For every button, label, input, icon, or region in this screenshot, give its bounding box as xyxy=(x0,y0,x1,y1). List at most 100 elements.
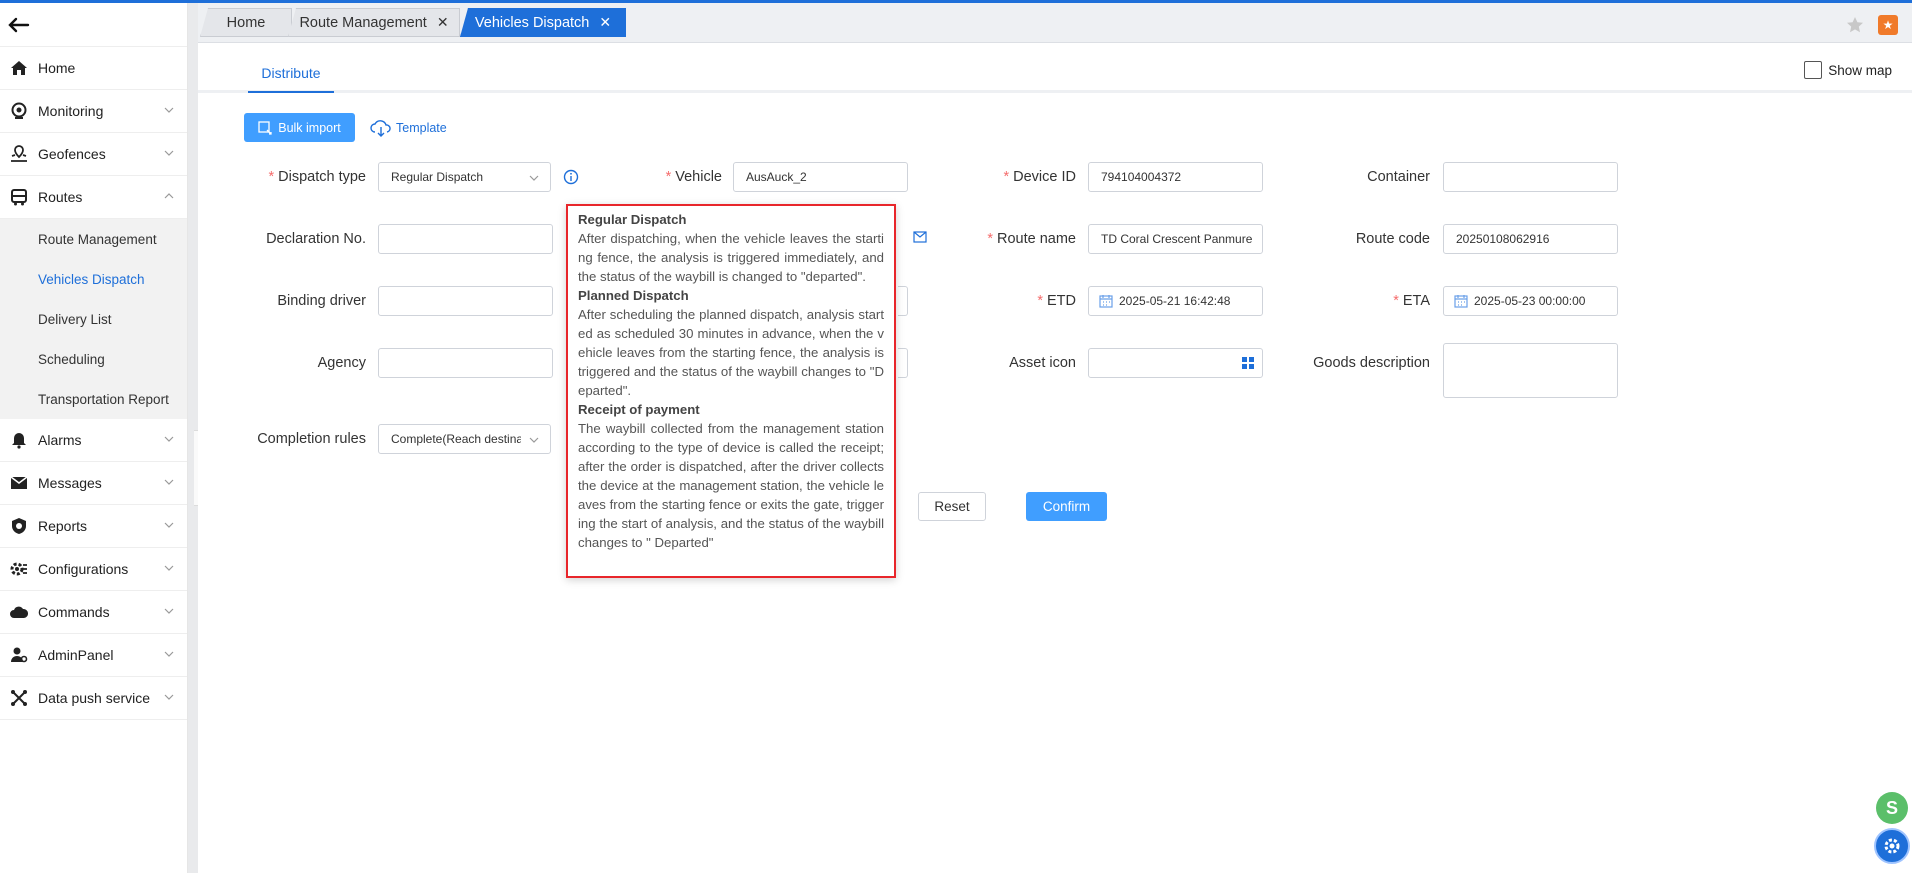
home-icon xyxy=(8,57,30,79)
sidebar-item-data-push-service[interactable]: Data push service xyxy=(0,677,187,720)
chevron-down-icon xyxy=(164,479,174,485)
sidebar: Home Monitoring Geofences Routes Route M… xyxy=(0,3,188,873)
chevron-down-icon xyxy=(164,522,174,528)
sidebar-item-transportation-report[interactable]: Transportation Report xyxy=(0,379,187,419)
input-value: 2025-05-21 16:42:48 xyxy=(1119,294,1231,308)
tabs-bar: Home Route Management ✕ Vehicles Dispatc… xyxy=(198,3,1912,43)
label-text: Dispatch type xyxy=(278,169,366,185)
dispatch-type-label: * Dispatch type xyxy=(268,169,366,185)
container-input[interactable] xyxy=(1443,162,1618,192)
sidebar-item-alarms[interactable]: Alarms xyxy=(0,419,187,462)
declaration-no-input[interactable] xyxy=(378,224,553,254)
calendar-icon xyxy=(1099,295,1113,308)
hidden-field-edge[interactable] xyxy=(898,286,908,316)
sidebar-item-label: Commands xyxy=(38,604,110,620)
close-icon[interactable]: ✕ xyxy=(599,14,611,31)
route-code-label: Route code xyxy=(1355,231,1430,247)
eta-datepicker[interactable]: 2025-05-23 00:00:00 xyxy=(1443,286,1618,316)
container-label: Container xyxy=(1367,169,1430,185)
goods-description-label: Goods description xyxy=(1313,355,1430,371)
sidebar-item-reports[interactable]: Reports xyxy=(0,505,187,548)
template-download-link[interactable]: Template xyxy=(370,115,447,140)
etd-label: * ETD xyxy=(1037,293,1076,309)
routes-icon xyxy=(8,186,30,208)
calendar-icon xyxy=(1454,295,1468,308)
sidebar-item-vehicles-dispatch[interactable]: Vehicles Dispatch xyxy=(0,259,187,299)
show-map-label: Show map xyxy=(1828,62,1892,78)
close-icon[interactable]: ✕ xyxy=(437,14,449,31)
dispatch-type-select[interactable]: Regular Dispatch xyxy=(378,162,551,192)
alarm-icon xyxy=(8,429,30,451)
input-value: 20250108062916 xyxy=(1456,232,1550,246)
asset-icon-select[interactable] xyxy=(1088,348,1263,378)
star-icon[interactable] xyxy=(1846,16,1864,34)
sidebar-item-configurations[interactable]: Configurations xyxy=(0,548,187,591)
admin-icon xyxy=(8,644,30,666)
tab-route-management[interactable]: Route Management ✕ xyxy=(288,8,460,37)
route-name-input[interactable]: TD Coral Crescent Panmure xyxy=(1088,224,1263,254)
import-icon xyxy=(258,120,272,135)
subtab-bar: Distribute Show map xyxy=(198,45,1912,93)
back-arrow-icon xyxy=(8,17,30,32)
geofence-icon xyxy=(8,143,30,165)
chevron-down-icon xyxy=(164,436,174,442)
label-text: ETD xyxy=(1047,293,1076,309)
chevron-down-icon xyxy=(164,694,174,700)
bulk-import-button[interactable]: Bulk import xyxy=(244,113,355,142)
chevron-up-icon xyxy=(164,193,174,199)
sidebar-item-commands[interactable]: Commands xyxy=(0,591,187,634)
tab-label: Vehicles Dispatch xyxy=(474,14,590,31)
map-icon xyxy=(1804,61,1823,79)
tab-vehicles-dispatch[interactable]: Vehicles Dispatch ✕ xyxy=(460,8,626,37)
mail-icon xyxy=(8,472,30,494)
settings-icon xyxy=(8,558,30,580)
back-button[interactable] xyxy=(0,3,187,47)
hidden-field-edge[interactable] xyxy=(898,348,908,378)
mail-icon[interactable] xyxy=(913,231,927,243)
sidebar-item-label: Home xyxy=(38,60,76,76)
binding-driver-input[interactable] xyxy=(378,286,553,316)
main-panel: Distribute Show map Bulk import Template… xyxy=(198,45,1912,873)
chevron-down-icon xyxy=(164,150,174,156)
route-code-input[interactable]: 20250108062916 xyxy=(1443,224,1618,254)
chevron-down-icon xyxy=(529,437,539,443)
sidebar-item-routes[interactable]: Routes xyxy=(0,176,187,219)
bookmark-icon[interactable]: ★ xyxy=(1878,15,1898,35)
input-value: TD Coral Crescent Panmure xyxy=(1101,232,1253,246)
sidebar-item-home[interactable]: Home xyxy=(0,47,187,90)
goods-description-textarea[interactable] xyxy=(1443,343,1618,398)
sidebar-item-label: Geofences xyxy=(38,146,106,162)
etd-datepicker[interactable]: 2025-05-21 16:42:48 xyxy=(1088,286,1263,316)
tab-distribute[interactable]: Distribute xyxy=(248,65,334,93)
label-text: Route name xyxy=(997,231,1076,247)
cloud-download-icon xyxy=(370,119,391,137)
input-value: AusAuck_2 xyxy=(746,170,807,184)
confirm-button[interactable]: Confirm xyxy=(1026,492,1107,521)
sidebar-item-label: AdminPanel xyxy=(38,647,114,663)
command-icon xyxy=(8,601,30,623)
vehicle-label: * Vehicle xyxy=(665,169,722,185)
tab-home[interactable]: Home xyxy=(200,8,292,37)
sidebar-item-messages[interactable]: Messages xyxy=(0,462,187,505)
sidebar-item-monitoring[interactable]: Monitoring xyxy=(0,90,187,133)
show-map-button[interactable]: Show map xyxy=(1804,61,1892,79)
reset-button[interactable]: Reset xyxy=(918,492,986,521)
eta-label: * ETA xyxy=(1393,293,1430,309)
assistant-icon[interactable]: S xyxy=(1876,792,1908,824)
completion-rules-select[interactable]: Complete(Reach destination) xyxy=(378,424,551,454)
gear-icon[interactable] xyxy=(1874,828,1910,864)
device-id-input[interactable]: 794104004372 xyxy=(1088,162,1263,192)
agency-input[interactable] xyxy=(378,348,553,378)
info-icon[interactable] xyxy=(563,169,579,185)
sidebar-item-route-management[interactable]: Route Management xyxy=(0,219,187,259)
sidebar-item-adminpanel[interactable]: AdminPanel xyxy=(0,634,187,677)
asset-icon-label: Asset icon xyxy=(1009,355,1076,371)
sidebar-item-scheduling[interactable]: Scheduling xyxy=(0,339,187,379)
vehicle-input[interactable]: AusAuck_2 xyxy=(733,162,908,192)
agency-label: Agency xyxy=(317,355,366,371)
chevron-down-icon xyxy=(164,107,174,113)
device-id-label: * Device ID xyxy=(1003,169,1076,185)
sidebar-item-geofences[interactable]: Geofences xyxy=(0,133,187,176)
sidebar-item-delivery-list[interactable]: Delivery List xyxy=(0,299,187,339)
data-push-icon xyxy=(8,687,30,709)
